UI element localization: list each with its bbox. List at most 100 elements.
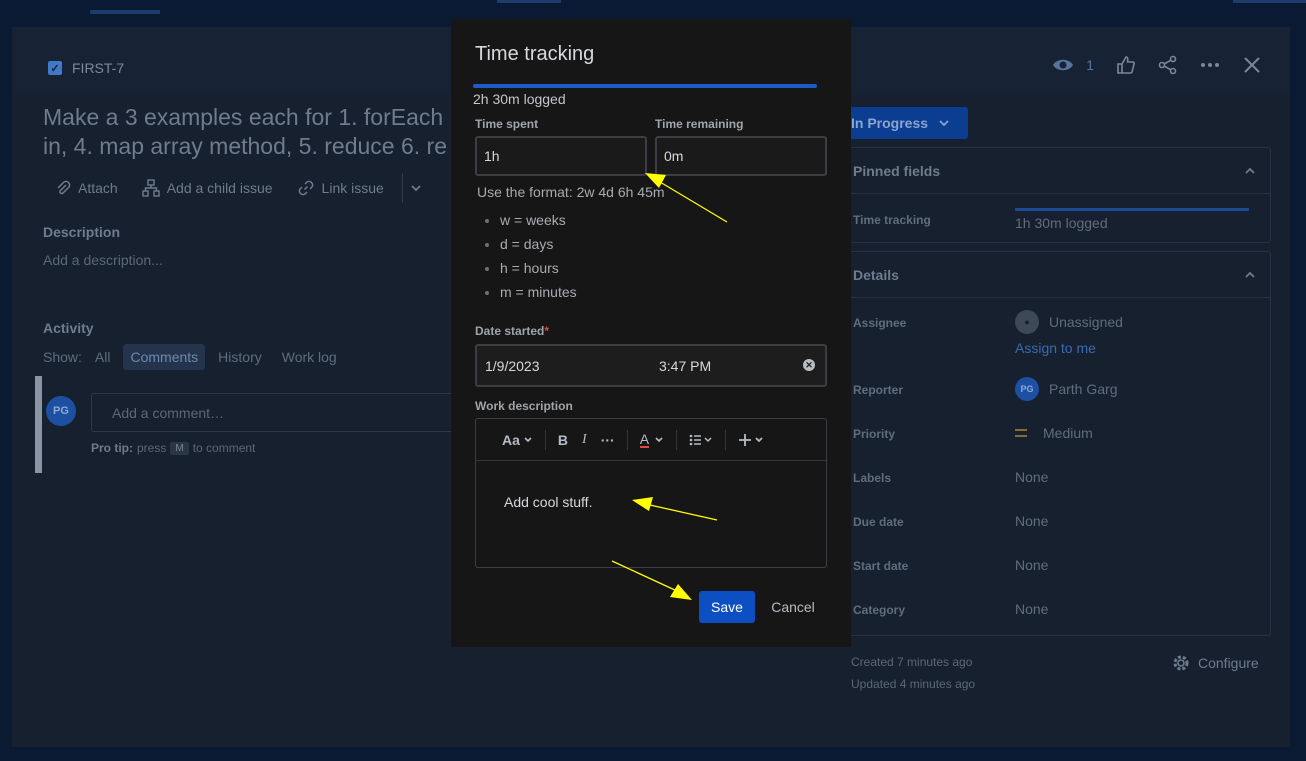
configure-button[interactable]: Configure bbox=[1172, 654, 1259, 672]
labels-value[interactable]: None bbox=[1015, 469, 1048, 485]
task-type-icon: ✓ bbox=[48, 61, 62, 75]
formatting-group: B I ··· bbox=[546, 432, 627, 448]
text-color-icon: A bbox=[639, 432, 664, 448]
share-icon[interactable] bbox=[1158, 55, 1178, 75]
time-remaining-input[interactable]: 0m bbox=[655, 136, 827, 176]
priority-value[interactable]: Medium bbox=[1015, 425, 1093, 441]
close-icon[interactable] bbox=[1242, 55, 1262, 75]
watch-button[interactable]: 1 bbox=[1052, 57, 1094, 73]
time-tracking-label: Time tracking bbox=[853, 213, 931, 227]
chevron-down-icon bbox=[655, 436, 663, 442]
nav-tab-indicator bbox=[90, 10, 160, 14]
thumbs-up-icon[interactable] bbox=[1116, 55, 1136, 75]
time-spent-input[interactable]: 1h bbox=[475, 136, 647, 176]
due-date-label: Due date bbox=[853, 515, 904, 529]
attach-label: Attach bbox=[78, 180, 118, 196]
save-button[interactable]: Save bbox=[699, 591, 755, 623]
more-formatting-icon[interactable]: ··· bbox=[601, 432, 615, 448]
insert-dropdown[interactable] bbox=[726, 433, 776, 447]
status-dropdown[interactable]: In Progress bbox=[841, 107, 968, 139]
description-field[interactable]: Add a description... bbox=[43, 252, 163, 268]
link-issue-label: Link issue bbox=[321, 180, 384, 196]
pinned-fields-panel: Pinned fields Time tracking 1h 30m logge… bbox=[839, 147, 1271, 243]
logged-summary: 2h 30m logged bbox=[473, 91, 566, 107]
details-header[interactable]: Details bbox=[840, 252, 1270, 298]
issue-title-line: Make a 3 examples each for 1. forEach bbox=[43, 104, 444, 130]
date-input[interactable]: 1/9/2023 bbox=[485, 358, 540, 374]
due-date-value[interactable]: None bbox=[1015, 513, 1048, 529]
time-tracking-progress bbox=[1015, 208, 1249, 211]
link-issue-button[interactable]: Link issue bbox=[285, 179, 396, 197]
chevron-down-icon bbox=[939, 120, 949, 127]
issue-key-text[interactable]: FIRST-7 bbox=[72, 60, 124, 76]
chevron-down-icon[interactable] bbox=[409, 181, 423, 195]
work-description-text[interactable]: Add cool stuff. bbox=[504, 494, 592, 510]
details-title: Details bbox=[853, 266, 899, 283]
filter-comments[interactable]: Comments bbox=[123, 344, 206, 370]
assign-to-me-link[interactable]: Assign to me bbox=[1015, 340, 1096, 356]
add-child-issue-button[interactable]: Add a child issue bbox=[130, 179, 285, 197]
nav-create-button[interactable] bbox=[1233, 0, 1306, 3]
chevron-up-icon bbox=[1245, 167, 1255, 174]
logged-progress-bar bbox=[473, 84, 817, 88]
bullet-list-icon bbox=[689, 434, 712, 445]
issue-toolbar: Attach Add a child issue Link issue bbox=[43, 173, 423, 203]
created-timestamp: Created 7 minutes ago bbox=[851, 655, 973, 669]
updated-timestamp: Updated 4 minutes ago bbox=[851, 677, 976, 691]
time-tracking-dialog: Time tracking 2h 30m logged Time spent 1… bbox=[451, 19, 851, 647]
due-date-row: Due date None bbox=[840, 508, 1270, 552]
time-tracking-value: 1h 30m logged bbox=[1015, 215, 1108, 231]
list-dropdown[interactable] bbox=[677, 434, 725, 446]
assignee-value[interactable]: ● Unassigned bbox=[1015, 310, 1123, 334]
background-board-edge bbox=[0, 30, 12, 510]
details-panel: Details Assignee ● Unassigned Assign to … bbox=[839, 251, 1271, 636]
reporter-label: Reporter bbox=[853, 383, 904, 397]
activity-heading: Activity bbox=[43, 320, 94, 336]
filter-work-log[interactable]: Work log bbox=[275, 344, 344, 370]
start-date-row: Start date None bbox=[840, 552, 1270, 596]
reporter-value[interactable]: PG Parth Garg bbox=[1015, 377, 1117, 401]
dialog-title: Time tracking bbox=[475, 43, 595, 65]
date-started-label: Date started* bbox=[475, 324, 549, 338]
start-date-value[interactable]: None bbox=[1015, 557, 1048, 573]
more-actions-icon[interactable] bbox=[1200, 55, 1220, 75]
pro-tip-text: to comment bbox=[192, 441, 256, 455]
eye-icon bbox=[1053, 59, 1074, 71]
issue-key[interactable]: ✓ FIRST-7 bbox=[48, 60, 124, 76]
issue-title-line: in, 4. map array method, 5. reduce 6. re bbox=[43, 133, 447, 159]
work-description-editor: Aa B I ··· A Add cool stuff. bbox=[475, 418, 827, 568]
time-tracking-row[interactable]: Time tracking 1h 30m logged bbox=[840, 194, 1270, 242]
filter-all[interactable]: All bbox=[88, 344, 118, 370]
hierarchy-icon bbox=[142, 179, 160, 197]
list-item: d = days bbox=[500, 232, 577, 256]
cancel-button[interactable]: Cancel bbox=[763, 591, 823, 623]
chevron-down-icon bbox=[524, 436, 532, 442]
pinned-fields-title: Pinned fields bbox=[853, 162, 941, 179]
reporter-row: Reporter PG Parth Garg bbox=[840, 376, 1270, 420]
activity-scroll-indicator bbox=[35, 376, 42, 473]
priority-medium-icon bbox=[1015, 429, 1027, 437]
link-icon bbox=[298, 180, 313, 196]
filter-history[interactable]: History bbox=[211, 344, 269, 370]
italic-icon[interactable]: I bbox=[582, 432, 587, 448]
bold-icon[interactable]: B bbox=[558, 432, 568, 448]
assignee-row: Assignee ● Unassigned Assign to me bbox=[840, 298, 1270, 376]
unassigned-avatar-icon: ● bbox=[1015, 310, 1039, 334]
pinned-fields-header[interactable]: Pinned fields bbox=[840, 148, 1270, 194]
attach-button[interactable]: Attach bbox=[43, 180, 130, 196]
reporter-name: Parth Garg bbox=[1049, 381, 1118, 397]
text-style-dropdown[interactable]: Aa bbox=[502, 432, 545, 448]
editor-toolbar: Aa B I ··· A bbox=[476, 419, 826, 461]
text-color-dropdown[interactable]: A bbox=[628, 432, 676, 448]
time-input[interactable]: 3:47 PM bbox=[659, 358, 711, 374]
issue-title[interactable]: Make a 3 examples each for 1. forEach in… bbox=[43, 103, 463, 161]
clear-icon[interactable]: ✕ bbox=[803, 359, 815, 371]
labels-row: Labels None bbox=[840, 464, 1270, 508]
activity-filter: Show: All Comments History Work log bbox=[43, 344, 344, 370]
comment-input[interactable]: Add a comment… bbox=[91, 393, 463, 432]
keyboard-shortcut-key: M bbox=[170, 441, 189, 455]
category-value[interactable]: None bbox=[1015, 601, 1048, 617]
category-row: Category None bbox=[840, 596, 1270, 640]
assignee-name: Unassigned bbox=[1049, 314, 1123, 330]
text-style-icon: Aa bbox=[502, 432, 533, 448]
